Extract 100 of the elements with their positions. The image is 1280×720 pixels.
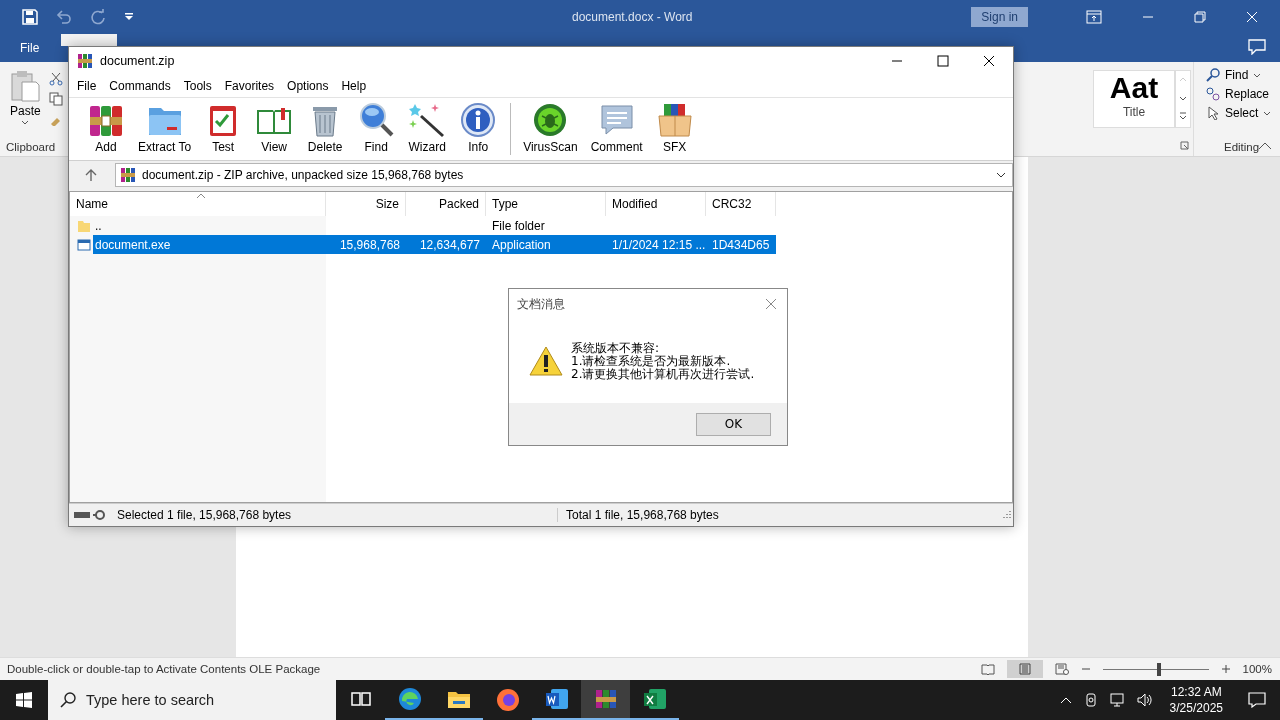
table-cell: 1D434D65 xyxy=(712,237,770,252)
clock-date[interactable]: 3/25/2025 xyxy=(1169,700,1223,716)
web-layout-icon[interactable] xyxy=(1054,663,1069,675)
toolbar-button[interactable]: Info xyxy=(455,98,502,154)
paste-label[interactable]: Paste xyxy=(10,104,41,118)
table-cell-text: .. xyxy=(94,218,103,233)
browser-icon xyxy=(397,687,422,711)
toolbar-button[interactable]: Wizard xyxy=(404,98,451,154)
resize-grip-icon[interactable] xyxy=(1001,510,1011,520)
status-text: Double-click or double-tap to Activate Contents OLE Package xyxy=(7,663,321,675)
editing-button[interactable]: Replace xyxy=(1206,87,1280,101)
read-mode-icon[interactable] xyxy=(980,663,995,675)
column-header[interactable]: Packed xyxy=(406,192,486,216)
group-label: Editing xyxy=(1224,141,1260,153)
file-row[interactable]: document.exe 15,968,768 12,634,677 Application 1/1/2024 12:15 ... 1D434D65 xyxy=(93,235,776,254)
group-label: Clipboard xyxy=(6,141,56,153)
menu-item[interactable]: Commands xyxy=(109,79,171,93)
caret-icon xyxy=(1253,72,1262,78)
file-tab[interactable]: File xyxy=(0,41,62,62)
undo-icon[interactable] xyxy=(56,9,72,25)
redo-icon[interactable] xyxy=(90,9,106,25)
column-header[interactable]: CRC32 xyxy=(706,192,776,216)
menu-item[interactable]: Help xyxy=(341,79,367,93)
word-icon xyxy=(544,687,569,711)
window-title: document.zip xyxy=(100,54,175,68)
archive-icon xyxy=(77,53,93,69)
dialog-title: 文档消息 xyxy=(517,295,565,313)
column-header[interactable]: Modified xyxy=(606,192,706,216)
address-field[interactable]: document.zip - ZIP archive, unpacked size 15,968,768 bytes xyxy=(115,163,1013,187)
clipboard-icon[interactable] xyxy=(10,70,41,102)
column-header[interactable]: Size xyxy=(326,192,406,216)
status-text: Total 1 file, 15,968,768 bytes xyxy=(566,508,720,522)
close-icon[interactable] xyxy=(983,55,995,67)
comment-icon[interactable] xyxy=(1248,39,1266,55)
editing-button[interactable]: Select xyxy=(1206,106,1280,120)
caret-icon xyxy=(1263,110,1272,116)
style-name: Title xyxy=(1122,105,1146,119)
warning-icon xyxy=(529,346,563,376)
start-icon[interactable] xyxy=(16,692,32,708)
cursor-icon xyxy=(1206,106,1220,120)
spreadsheet-icon xyxy=(642,687,667,711)
table-cell: 15,968,768 xyxy=(339,237,400,252)
caret-icon[interactable] xyxy=(21,120,30,125)
status-text: Selected 1 file, 15,968,768 bytes xyxy=(117,508,558,522)
zoom-in-icon[interactable] xyxy=(1220,664,1231,674)
table-cell: Application xyxy=(492,237,551,252)
notification-icon[interactable] xyxy=(1248,692,1266,708)
speech-bubble-icon xyxy=(598,102,635,138)
ribbon-display-icon[interactable] xyxy=(1086,10,1102,24)
archive-icon xyxy=(593,687,618,711)
clock-time[interactable]: 12:32 AM xyxy=(1170,684,1222,700)
toolbar-button[interactable]: VirusScan xyxy=(519,98,582,154)
caret-icon xyxy=(996,172,1006,178)
table-cell: 12,634,677 xyxy=(419,237,480,252)
message-line: 1.请检查系统是否为最新版本. xyxy=(571,354,732,368)
window-icon xyxy=(77,237,91,252)
column-header[interactable]: Name xyxy=(70,192,326,216)
style-preview[interactable]: Aat Title xyxy=(1093,70,1175,128)
maximize-icon[interactable] xyxy=(937,55,949,67)
toolbar-button[interactable]: Test xyxy=(200,98,247,154)
toolbar-button[interactable]: Delete xyxy=(302,98,349,154)
zoom-slider[interactable] xyxy=(1156,662,1161,676)
chevron-up-icon[interactable] xyxy=(1059,696,1072,704)
save-icon[interactable] xyxy=(22,9,38,25)
menu-item[interactable]: Tools xyxy=(183,79,212,93)
toolbar-button[interactable]: SFX xyxy=(651,98,698,154)
window-title: document.docx - Word xyxy=(572,10,693,24)
print-layout-icon xyxy=(1017,663,1032,675)
up-arrow-icon[interactable] xyxy=(85,168,97,182)
dialog-launcher-icon[interactable] xyxy=(1180,141,1189,150)
column-header[interactable]: Type xyxy=(486,192,606,216)
search-field[interactable]: Type here to search xyxy=(48,680,336,720)
customize-icon[interactable] xyxy=(124,12,134,22)
zoom-level[interactable]: 100% xyxy=(1242,663,1272,675)
toolbar-button[interactable]: Extract To xyxy=(134,98,196,154)
sign-in-button[interactable]: Sign in xyxy=(971,7,1028,27)
editing-button[interactable]: Find xyxy=(1206,68,1280,82)
network-icon[interactable] xyxy=(1109,692,1126,708)
search-icon xyxy=(358,102,395,138)
file-row[interactable]: .. File folder xyxy=(93,216,776,235)
toolbar-button[interactable]: Comment xyxy=(586,98,647,154)
table-cell-text: document.exe xyxy=(94,237,172,252)
speaker-icon[interactable] xyxy=(1136,692,1153,708)
toolbar-button[interactable]: Find xyxy=(353,98,400,154)
menu-item[interactable]: Favorites xyxy=(224,79,275,93)
print-layout-button[interactable] xyxy=(1006,660,1043,678)
box-icon xyxy=(656,102,693,138)
menu-item[interactable]: File xyxy=(77,79,97,93)
archive-icon xyxy=(120,167,136,183)
ok-button[interactable]: OK xyxy=(696,412,771,436)
message-line: 2.请更换其他计算机再次进行尝试. xyxy=(571,367,755,381)
menu-item[interactable]: Options xyxy=(287,79,329,93)
toolbar-button[interactable]: View xyxy=(251,98,298,154)
restore-icon[interactable] xyxy=(1194,11,1206,23)
toolbar-button[interactable]: Add xyxy=(83,98,129,154)
table-cell: 1/1/2024 12:15 ... xyxy=(612,237,706,252)
scissors-icon[interactable] xyxy=(48,72,63,86)
search-icon xyxy=(1206,68,1220,82)
copy-icon[interactable] xyxy=(48,92,63,106)
collapse-ribbon-icon[interactable] xyxy=(1258,142,1272,150)
